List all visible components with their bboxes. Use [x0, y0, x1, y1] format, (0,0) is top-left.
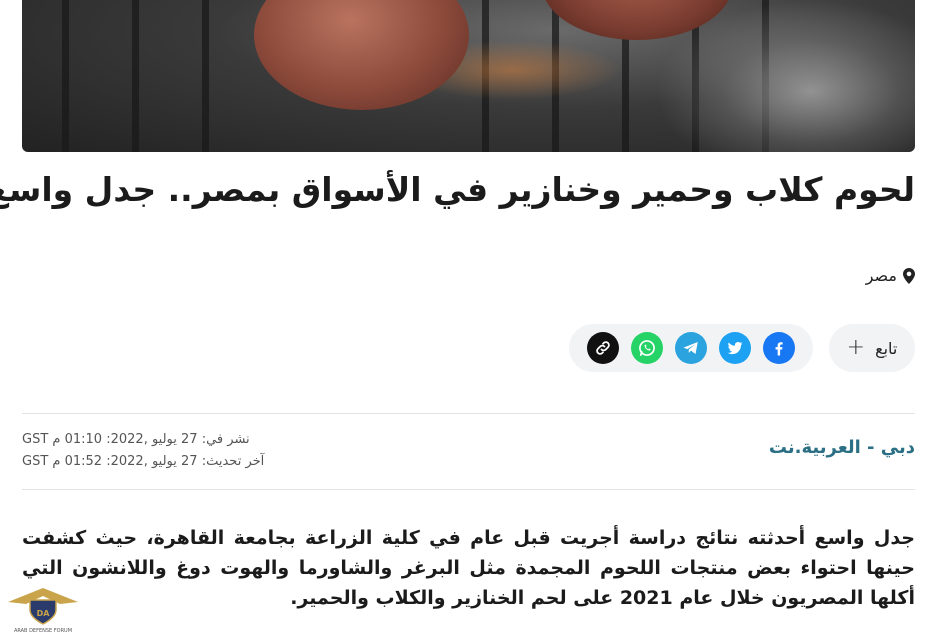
divider: [22, 489, 915, 490]
telegram-icon[interactable]: [675, 332, 707, 364]
hero-image: [22, 0, 915, 152]
published-date: نشر في: 27 يوليو ,2022: 01:10 م GST: [22, 432, 250, 447]
share-bar: [569, 324, 813, 372]
follow-button[interactable]: تابع +: [829, 324, 915, 372]
location-label: مصر: [865, 266, 897, 285]
twitter-icon[interactable]: [719, 332, 751, 364]
facebook-icon[interactable]: [763, 332, 795, 364]
plus-icon: +: [846, 335, 866, 360]
forum-watermark-logo: DA ARAB DEFENSE FORUM: [6, 584, 80, 642]
whatsapp-icon[interactable]: [631, 332, 663, 364]
updated-date: آخر تحديث: 27 يوليو ,2022: 01:52 م GST: [22, 454, 265, 469]
map-pin-icon: [903, 267, 915, 284]
follow-label: تابع: [875, 338, 898, 358]
copy-link-icon[interactable]: [587, 332, 619, 364]
article-body: جدل واسع أحدثته نتائج دراسة أجريت قبل عا…: [22, 527, 915, 609]
divider: [22, 413, 915, 414]
location-tag[interactable]: مصر: [866, 266, 915, 285]
article-headline: لحوم كلاب وحمير وخنازير في الأسواق بمصر.…: [0, 170, 915, 209]
watermark-text: ARAB DEFENSE FORUM: [13, 628, 73, 634]
svg-text:DA: DA: [37, 609, 51, 618]
article-dates: نشر في: 27 يوليو ,2022: 01:10 م GST آخر …: [22, 429, 264, 473]
article-source[interactable]: دبي - العربية.نت: [769, 437, 915, 458]
